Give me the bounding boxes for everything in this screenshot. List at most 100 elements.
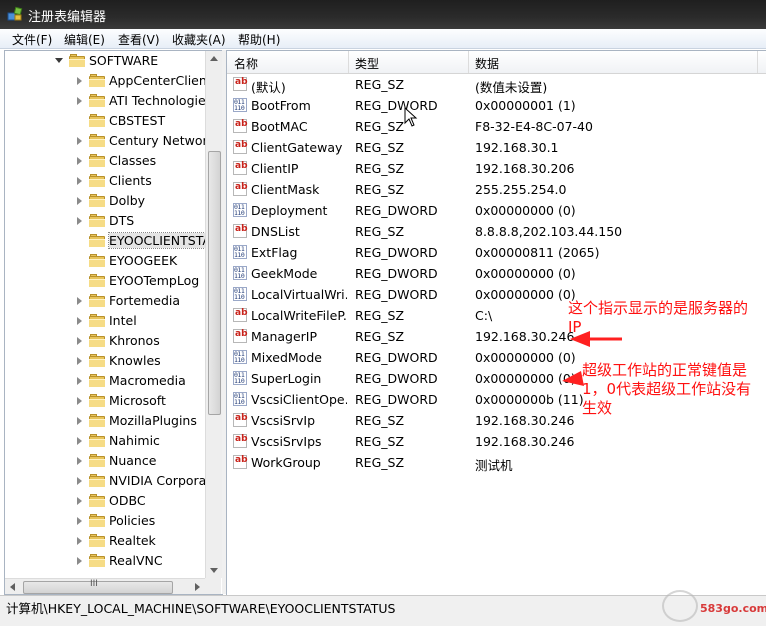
- scroll-down-arrow-icon[interactable]: [210, 568, 218, 573]
- value-row[interactable]: ab ClientMask REG_SZ 255.255.254.0: [227, 179, 766, 200]
- expand-arrow-icon[interactable]: [77, 197, 82, 205]
- menu-favorites[interactable]: 收藏夹(A): [170, 31, 228, 48]
- tree-item[interactable]: EYOOCLIENTSTA: [5, 231, 205, 251]
- tree-item[interactable]: Clients: [5, 171, 205, 191]
- expand-arrow-icon[interactable]: [77, 377, 82, 385]
- expand-arrow-icon[interactable]: [77, 157, 82, 165]
- string-value-icon: ab: [233, 119, 248, 133]
- value-row[interactable]: ab WorkGroup REG_SZ 测试机: [227, 452, 766, 473]
- tree-item[interactable]: Fortemedia: [5, 291, 205, 311]
- value-name: DNSList: [251, 224, 300, 239]
- expand-arrow-icon[interactable]: [77, 537, 82, 545]
- tree-item[interactable]: Classes: [5, 151, 205, 171]
- string-value-icon: ab: [233, 455, 248, 469]
- column-header-data[interactable]: 数据: [475, 55, 499, 72]
- value-row[interactable]: ab DNSList REG_SZ 8.8.8.8,202.103.44.150: [227, 221, 766, 242]
- expand-arrow-icon[interactable]: [77, 397, 82, 405]
- expand-arrow-icon[interactable]: [77, 77, 82, 85]
- expand-arrow-icon[interactable]: [77, 317, 82, 325]
- tree-item[interactable]: NVIDIA Corpora: [5, 471, 205, 491]
- icon-glyph: 011 110: [234, 203, 245, 217]
- tree-item[interactable]: MozillaPlugins: [5, 411, 205, 431]
- value-row[interactable]: ab (默认) REG_SZ (数值未设置): [227, 74, 766, 95]
- value-row[interactable]: ab BootMAC REG_SZ F8-32-E4-8C-07-40: [227, 116, 766, 137]
- string-value-icon: ab: [233, 77, 248, 91]
- value-name: GeekMode: [251, 266, 318, 281]
- icon-glyph: 011 110: [234, 371, 245, 385]
- column-header-name[interactable]: 名称: [234, 55, 258, 72]
- tree-item[interactable]: CBSTEST: [5, 111, 205, 131]
- tree-item[interactable]: Microsoft: [5, 391, 205, 411]
- expand-arrow-icon[interactable]: [77, 177, 82, 185]
- expand-arrow-icon[interactable]: [77, 217, 82, 225]
- tree-item[interactable]: EYOOGEEK: [5, 251, 205, 271]
- expand-arrow-icon[interactable]: [77, 497, 82, 505]
- tree-item[interactable]: ATI Technologie: [5, 91, 205, 111]
- expand-arrow-icon[interactable]: [77, 97, 82, 105]
- scroll-up-arrow-icon[interactable]: [210, 56, 218, 61]
- value-row[interactable]: 011 110 BootFrom REG_DWORD 0x00000001 (1): [227, 95, 766, 116]
- expand-arrow-icon[interactable]: [77, 477, 82, 485]
- folder-icon: [89, 554, 105, 567]
- annotation-line: 超级工作站的正常键值是: [582, 361, 748, 379]
- tree-item[interactable]: Nuance: [5, 451, 205, 471]
- value-row[interactable]: 011 110 Deployment REG_DWORD 0x00000000 (0): [227, 200, 766, 221]
- tree-item[interactable]: Khronos: [5, 331, 205, 351]
- tree-item-label: DTS: [109, 213, 135, 228]
- icon-glyph: 011 110: [234, 287, 245, 301]
- folder-icon: [89, 274, 105, 287]
- tree-item[interactable]: AppCenterClient: [5, 71, 205, 91]
- column-divider[interactable]: [348, 51, 349, 73]
- menu-file[interactable]: 文件(F): [10, 31, 54, 48]
- tree-item[interactable]: Knowles: [5, 351, 205, 371]
- value-row[interactable]: 011 110 GeekMode REG_DWORD 0x00000000 (0): [227, 263, 766, 284]
- folder-icon: [89, 434, 105, 447]
- menu-view[interactable]: 查看(V): [116, 31, 162, 48]
- expand-arrow-icon[interactable]: [77, 557, 82, 565]
- tree-item[interactable]: RealVNC: [5, 551, 205, 571]
- tree-item[interactable]: Macromedia: [5, 371, 205, 391]
- tree-vertical-scrollbar[interactable]: [205, 51, 222, 578]
- expand-arrow-icon[interactable]: [77, 417, 82, 425]
- tree-item[interactable]: Dolby: [5, 191, 205, 211]
- expand-arrow-icon[interactable]: [77, 137, 82, 145]
- value-data: 0x00000001 (1): [475, 98, 576, 113]
- collapse-arrow-icon[interactable]: [55, 58, 63, 63]
- string-value-icon: ab: [233, 308, 248, 322]
- tree-horizontal-scrollbar[interactable]: III: [5, 578, 205, 594]
- expand-arrow-icon[interactable]: [77, 517, 82, 525]
- key-tree-pane[interactable]: SOFTWARE AppCenterClient ATI Technologie C…: [4, 50, 223, 595]
- value-row[interactable]: ab ClientGateway REG_SZ 192.168.30.1: [227, 137, 766, 158]
- value-row[interactable]: 011 110 ExtFlag REG_DWORD 0x00000811 (2065): [227, 242, 766, 263]
- menu-edit[interactable]: 编辑(E): [62, 31, 107, 48]
- tree-item-software[interactable]: SOFTWARE: [5, 51, 205, 71]
- column-header-type[interactable]: 类型: [355, 55, 379, 72]
- binary-value-icon: 011 110: [233, 266, 247, 280]
- folder-icon: [89, 154, 105, 167]
- expand-arrow-icon[interactable]: [77, 437, 82, 445]
- tree-item[interactable]: EYOOTempLog: [5, 271, 205, 291]
- menu-help[interactable]: 帮助(H): [236, 31, 282, 48]
- expand-arrow-icon[interactable]: [77, 337, 82, 345]
- tree-item[interactable]: ODBC: [5, 491, 205, 511]
- expand-arrow-icon[interactable]: [77, 357, 82, 365]
- tree-item[interactable]: Nahimic: [5, 431, 205, 451]
- tree-item-label: EYOOGEEK: [109, 253, 178, 268]
- value-row[interactable]: ab ClientIP REG_SZ 192.168.30.206: [227, 158, 766, 179]
- scroll-right-arrow-icon[interactable]: [195, 583, 200, 591]
- scroll-thumb-horizontal[interactable]: III: [23, 579, 173, 594]
- tree-item[interactable]: Realtek: [5, 531, 205, 551]
- tree-item-label: RealVNC: [109, 553, 163, 568]
- expand-arrow-icon[interactable]: [77, 457, 82, 465]
- tree-item[interactable]: Century Network: [5, 131, 205, 151]
- tree-item[interactable]: Intel: [5, 311, 205, 331]
- column-divider[interactable]: [468, 51, 469, 73]
- tree-item[interactable]: DTS: [5, 211, 205, 231]
- expand-arrow-icon[interactable]: [77, 297, 82, 305]
- tree-item[interactable]: Policies: [5, 511, 205, 531]
- value-row[interactable]: ab VscsiSrvIps REG_SZ 192.168.30.246: [227, 431, 766, 452]
- scroll-thumb[interactable]: [208, 151, 221, 415]
- scroll-left-arrow-icon[interactable]: [10, 583, 15, 591]
- tree-item-label: Realtek: [109, 533, 156, 548]
- column-divider[interactable]: [757, 51, 758, 73]
